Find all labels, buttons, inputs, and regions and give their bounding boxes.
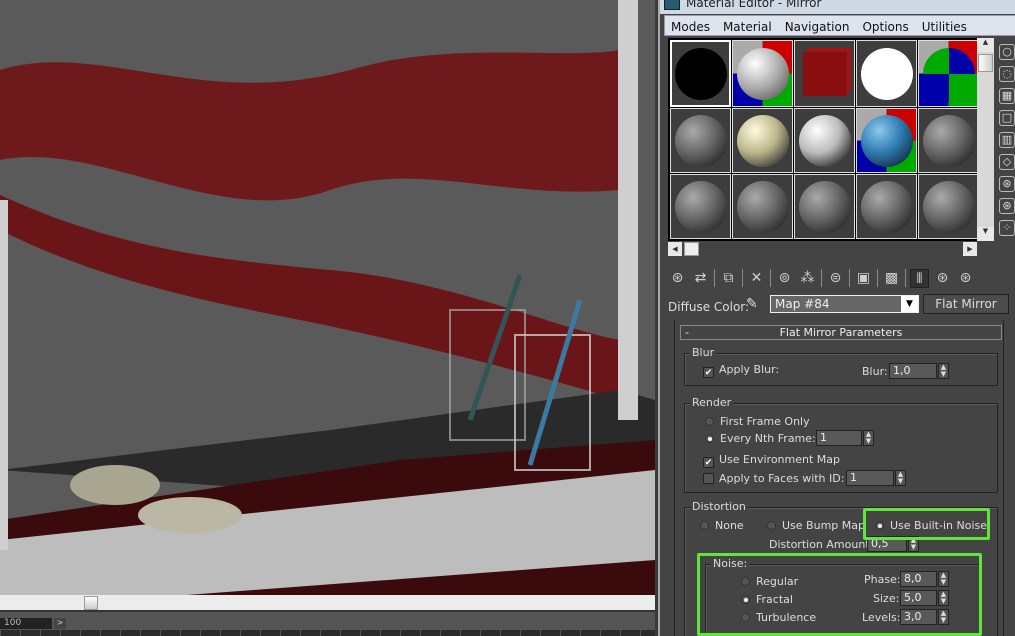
- show-map-icon[interactable]: ▩: [882, 269, 901, 288]
- video-color-icon[interactable]: ▥: [999, 132, 1015, 148]
- menu-modes[interactable]: Modes: [665, 17, 717, 34]
- sample-type-icon[interactable]: ○: [999, 44, 1015, 60]
- viewport-scrollbar[interactable]: [0, 595, 655, 612]
- distortion-amount-label: Distortion Amount:: [769, 538, 874, 551]
- sample-slot[interactable]: [670, 108, 731, 173]
- scrollbar-thumb[interactable]: [84, 596, 98, 610]
- group-label: Distortion: [690, 500, 748, 513]
- go-to-parent-icon[interactable]: ⊛: [933, 269, 952, 288]
- frame-field[interactable]: 100: [0, 618, 52, 629]
- scene-viewport[interactable]: 100 >: [0, 0, 655, 636]
- blur-group: Blur ✔ Apply Blur: Blur: 1,0 ▲ ▼: [684, 346, 998, 386]
- reset-map-icon[interactable]: ✕: [747, 269, 766, 288]
- background-icon[interactable]: ▦: [999, 88, 1015, 104]
- group-label: Render: [690, 396, 734, 409]
- make-copy-icon[interactable]: ⊚: [775, 269, 794, 288]
- side-toolbar: ○ ◌ ▦ □ ▥ ◇ ⊛ ⊛ ⁘: [996, 40, 1015, 242]
- sample-slot[interactable]: [732, 40, 793, 107]
- timeline-ruler[interactable]: [0, 630, 655, 636]
- map-name: Map #84: [775, 297, 830, 311]
- scroll-down-icon[interactable]: ▼: [977, 227, 994, 241]
- scroll-left-icon[interactable]: ◀: [668, 242, 682, 256]
- highlight-builtin-noise: [863, 508, 990, 540]
- sample-slot[interactable]: [918, 40, 979, 107]
- menu-options[interactable]: Options: [856, 17, 915, 34]
- eyedropper-icon[interactable]: ✎: [746, 296, 758, 312]
- sample-slot[interactable]: [856, 108, 917, 173]
- blur-spinner[interactable]: 1,0 ▲ ▼: [889, 363, 949, 379]
- sample-slot[interactable]: [918, 108, 979, 173]
- sample-slot[interactable]: [794, 40, 855, 107]
- apply-blur-checkbox[interactable]: ✔ Apply Blur:: [703, 363, 779, 378]
- blur-label: Blur:: [862, 365, 888, 378]
- sample-slots: [668, 38, 979, 241]
- rollout-header[interactable]: - Flat Mirror Parameters: [680, 325, 1002, 340]
- every-nth-radio[interactable]: Every Nth Frame:: [705, 432, 816, 445]
- menu-bar: Modes Material Navigation Options Utilities: [664, 15, 1015, 36]
- assign-to-selection-icon[interactable]: ⧉: [719, 269, 738, 288]
- backlight-icon[interactable]: ◌: [999, 66, 1015, 82]
- group-label: Blur: [690, 346, 717, 359]
- highlight-noise-group: [697, 553, 982, 636]
- menu-utilities[interactable]: Utilities: [916, 17, 974, 34]
- uv-tiling-icon[interactable]: □: [999, 110, 1015, 126]
- render-group: Render First Frame Only Every Nth Frame:…: [684, 396, 998, 493]
- sample-slot[interactable]: [732, 174, 793, 239]
- options-icon[interactable]: ⊛: [999, 176, 1015, 192]
- show-end-result-icon[interactable]: ⫴: [910, 268, 929, 288]
- render-scene: [0, 0, 655, 600]
- map-name-field[interactable]: Map #84 ▼: [770, 295, 919, 313]
- apply-faces-checkbox[interactable]: Apply to Faces with ID:: [703, 472, 844, 485]
- scrollbar-thumb[interactable]: [978, 54, 993, 72]
- sample-slot[interactable]: [856, 40, 917, 107]
- menu-navigation[interactable]: Navigation: [779, 17, 857, 34]
- rollout-title: Flat Mirror Parameters: [779, 326, 903, 339]
- app-icon: [664, 0, 680, 10]
- material-navigator-icon[interactable]: ⁘: [999, 220, 1015, 236]
- nth-frame-spinner[interactable]: 1 ▲ ▼: [816, 430, 874, 446]
- use-env-map-checkbox[interactable]: ✔ Use Environment Map: [703, 453, 840, 468]
- sample-slot[interactable]: [794, 108, 855, 173]
- sample-slot[interactable]: [670, 40, 731, 107]
- face-id-spinner[interactable]: 1 ▲ ▼: [846, 470, 906, 486]
- make-unique-icon[interactable]: ⁂: [798, 269, 817, 288]
- menu-material[interactable]: Material: [717, 17, 779, 34]
- slots-horizontal-scrollbar[interactable]: ◀ ▶: [668, 241, 977, 257]
- put-to-library-icon[interactable]: ⊜: [826, 269, 845, 288]
- select-by-material-icon[interactable]: ⊛: [999, 198, 1015, 214]
- material-toolbar: ⊛ ⇄ ⧉ ✕ ⊚ ⁂ ⊜ ▣ ▩ ⫴ ⊛ ⊛: [668, 266, 1013, 290]
- sample-slot[interactable]: [670, 174, 731, 239]
- sample-slot[interactable]: [856, 174, 917, 239]
- slots-vertical-scrollbar[interactable]: ▲ ▼: [977, 38, 994, 241]
- sample-slot[interactable]: [918, 174, 979, 239]
- sample-slot[interactable]: [732, 108, 793, 173]
- make-preview-icon[interactable]: ◇: [999, 154, 1015, 170]
- put-to-scene-icon[interactable]: ⇄: [691, 269, 710, 288]
- get-material-icon[interactable]: ⊛: [668, 269, 687, 288]
- scroll-right-icon[interactable]: ▶: [963, 242, 977, 256]
- scroll-up-icon[interactable]: ▲: [977, 38, 994, 52]
- go-forward-icon[interactable]: ⊛: [956, 269, 975, 288]
- window-title: Material Editor - Mirror: [686, 0, 822, 10]
- use-bump-map-radio[interactable]: Use Bump Map: [767, 519, 865, 532]
- sample-slot[interactable]: [794, 174, 855, 239]
- title-bar: Material Editor - Mirror: [660, 0, 1015, 14]
- map-type-button[interactable]: Flat Mirror: [923, 294, 1009, 314]
- material-editor: Material Editor - Mirror Modes Material Na…: [658, 0, 1015, 636]
- scrollbar-thumb[interactable]: [684, 242, 699, 256]
- frame-next-button[interactable]: >: [54, 618, 66, 629]
- collapse-toggle[interactable]: -: [685, 326, 689, 339]
- diffuse-color-label: Diffuse Color:: [668, 300, 750, 314]
- material-id-icon[interactable]: ▣: [854, 269, 873, 288]
- first-frame-radio[interactable]: First Frame Only: [705, 415, 810, 428]
- distortion-none-radio[interactable]: None: [700, 519, 744, 532]
- chevron-down-icon[interactable]: ▼: [901, 296, 918, 312]
